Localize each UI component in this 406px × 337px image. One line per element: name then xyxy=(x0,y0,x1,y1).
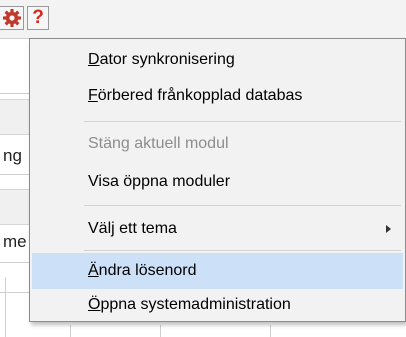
menu-item-andra-losenord[interactable]: Ändra lösenord xyxy=(32,253,403,289)
column-header-partial: ng xyxy=(3,146,22,165)
menu-separator xyxy=(84,121,401,122)
column-divider xyxy=(160,325,161,337)
menu-item-forbered-frankopplad-databas[interactable]: Förbered frånkopplad databas xyxy=(32,78,403,114)
menu-item-dator-synkronisering[interactable]: Dator synkronisering xyxy=(32,42,403,78)
column-header-partial: me xyxy=(3,232,27,251)
menu-separator xyxy=(84,205,401,206)
divider xyxy=(0,262,30,263)
divider xyxy=(0,93,30,94)
column-divider xyxy=(5,277,6,337)
help-icon: ? xyxy=(32,7,44,28)
menu-item-visa-oppna-moduler[interactable]: Visa öppna moduler xyxy=(32,164,403,200)
app-toolbar: ? xyxy=(0,0,406,39)
menu-item-valj-ett-tema[interactable]: Välj ett tema xyxy=(32,211,403,247)
column-divider xyxy=(270,325,271,337)
help-button[interactable]: ? xyxy=(27,6,49,30)
menu-separator xyxy=(84,250,401,251)
settings-button[interactable] xyxy=(0,6,24,30)
menu-item-stang-aktuell-modul: Stäng aktuell modul xyxy=(88,135,229,152)
column-divider xyxy=(70,325,71,337)
settings-context-menu: Dator synkronisering Förbered frånkoppla… xyxy=(29,38,406,322)
submenu-arrow-icon xyxy=(386,225,391,233)
menu-item-oppna-systemadministration[interactable]: Öppna systemadministration xyxy=(32,287,403,323)
gear-icon xyxy=(2,9,21,27)
divider xyxy=(0,174,30,175)
